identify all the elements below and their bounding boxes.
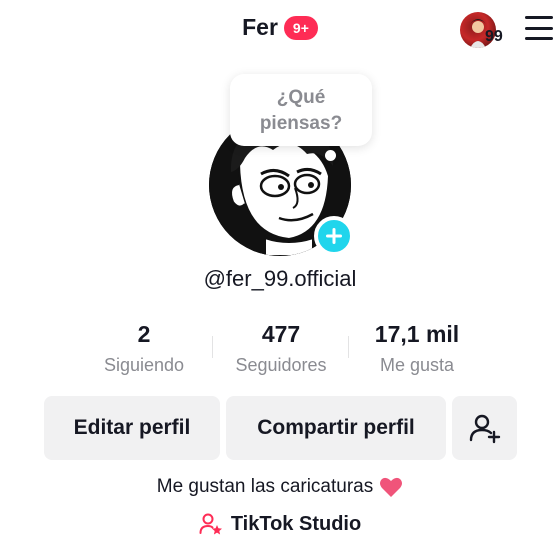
- add-friends-button[interactable]: [452, 396, 517, 460]
- notification-badge[interactable]: 9+: [283, 15, 318, 40]
- stats-divider: [212, 336, 213, 358]
- bubble-tail-dot: [325, 150, 336, 161]
- display-name[interactable]: Fer: [242, 14, 278, 41]
- add-friend-icon: [469, 414, 500, 444]
- likes-count[interactable]: 17,1 mil: [356, 321, 478, 348]
- avatar-count: 99: [485, 28, 503, 45]
- bubble-line-2: piensas?: [259, 113, 343, 134]
- share-profile-button[interactable]: Compartir perfil: [226, 396, 446, 460]
- heart-icon: [380, 477, 403, 497]
- followers-count[interactable]: 477: [215, 321, 347, 348]
- profile-bio: Me gustan las caricaturas: [0, 476, 560, 498]
- username: @fer_99.official: [203, 266, 357, 291]
- followers-label[interactable]: Seguidores: [215, 355, 347, 376]
- bio-text: Me gustan las caricaturas: [156, 476, 374, 497]
- studio-person-star-icon: [199, 513, 222, 535]
- tiktok-studio-link[interactable]: TikTok Studio: [0, 512, 560, 536]
- plus-icon: [326, 228, 342, 244]
- bubble-line-1: ¿Qué: [276, 87, 326, 108]
- stats-divider: [348, 336, 349, 358]
- edit-profile-button[interactable]: Editar perfil: [44, 396, 220, 460]
- edit-profile-label: Editar perfil: [73, 416, 191, 439]
- menu-icon[interactable]: [525, 16, 553, 40]
- share-profile-label: Compartir perfil: [257, 416, 415, 439]
- thought-bubble[interactable]: ¿Qué piensas?: [230, 74, 372, 146]
- studio-label: TikTok Studio: [230, 512, 362, 535]
- add-avatar-button[interactable]: [314, 216, 354, 256]
- following-label[interactable]: Siguiendo: [84, 355, 204, 376]
- likes-label[interactable]: Me gusta: [356, 355, 478, 376]
- following-count[interactable]: 2: [84, 321, 204, 348]
